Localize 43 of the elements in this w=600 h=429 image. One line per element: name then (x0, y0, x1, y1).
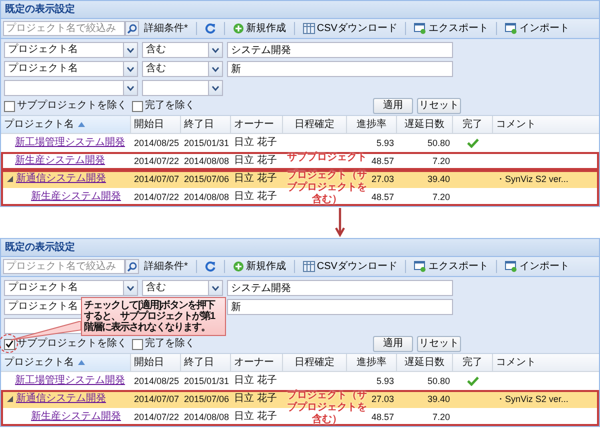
table-cell: 2015/01/31 (184, 137, 230, 149)
table-cell: 日立 花子 (234, 155, 277, 167)
panel-title: 既定の表示設定 (5, 4, 75, 16)
annotation-label: プロジェクト（サブプロジェクトを含む） (286, 390, 368, 426)
table-cell: 2014/07/07 (134, 393, 180, 405)
table-cell: 48.57 (371, 411, 394, 423)
table-cell: 27.03 (371, 393, 394, 405)
table-cell: 2014/07/22 (134, 411, 180, 423)
table-cell: 2014/07/07 (134, 173, 180, 185)
table-cell: 5.93 (376, 375, 394, 387)
table-cell: 2014/08/08 (184, 191, 230, 203)
table-cell: 2014/08/25 (134, 375, 180, 387)
table-cell: 日立 花子 (234, 411, 277, 423)
panel-title: 既定の表示設定 (5, 242, 75, 254)
table-cell: ・SynViz S2 ver... (496, 173, 568, 185)
table-cell: 39.40 (427, 173, 450, 185)
table-cell: 48.57 (371, 155, 394, 167)
table-cell: 39.40 (427, 393, 450, 405)
table-cell: 2015/07/06 (184, 393, 230, 405)
table-cell: 日立 花子 (234, 191, 277, 203)
table-cell: 2015/07/06 (184, 173, 230, 185)
table-cell: 2015/01/31 (184, 375, 230, 387)
table-cell: 2014/07/22 (134, 155, 180, 167)
annotation-label: プロジェクト（サブプロジェクトを含む） (286, 170, 368, 206)
table-cell: 2014/07/22 (134, 191, 180, 203)
table-cell: 2014/08/08 (184, 155, 230, 167)
table-cell: 日立 花子 (234, 173, 277, 185)
table-cell: 2014/08/08 (184, 411, 230, 423)
table-cell: 50.80 (427, 375, 450, 387)
table-cell: 27.03 (371, 173, 394, 185)
annotation-label: サブプロジェクト (286, 152, 368, 164)
table-cell: 50.80 (427, 137, 450, 149)
table-cell: 7.20 (432, 155, 450, 167)
table-cell: 7.20 (432, 191, 450, 203)
table-cell: 日立 花子 (234, 375, 277, 387)
callout-tooltip: チェックして[適用]ボタンを押下すると、サブプロジェクトが第1階層に表示されなくなります。 (81, 297, 226, 336)
table-cell: 日立 花子 (234, 137, 277, 149)
table-cell: 2014/08/25 (134, 137, 180, 149)
table-cell: ・SynViz S2 ver... (496, 393, 568, 405)
table-cell: 7.20 (432, 411, 450, 423)
table-cell: 5.93 (376, 137, 394, 149)
table-cell: 48.57 (371, 191, 394, 203)
table-cell: 日立 花子 (234, 393, 277, 405)
